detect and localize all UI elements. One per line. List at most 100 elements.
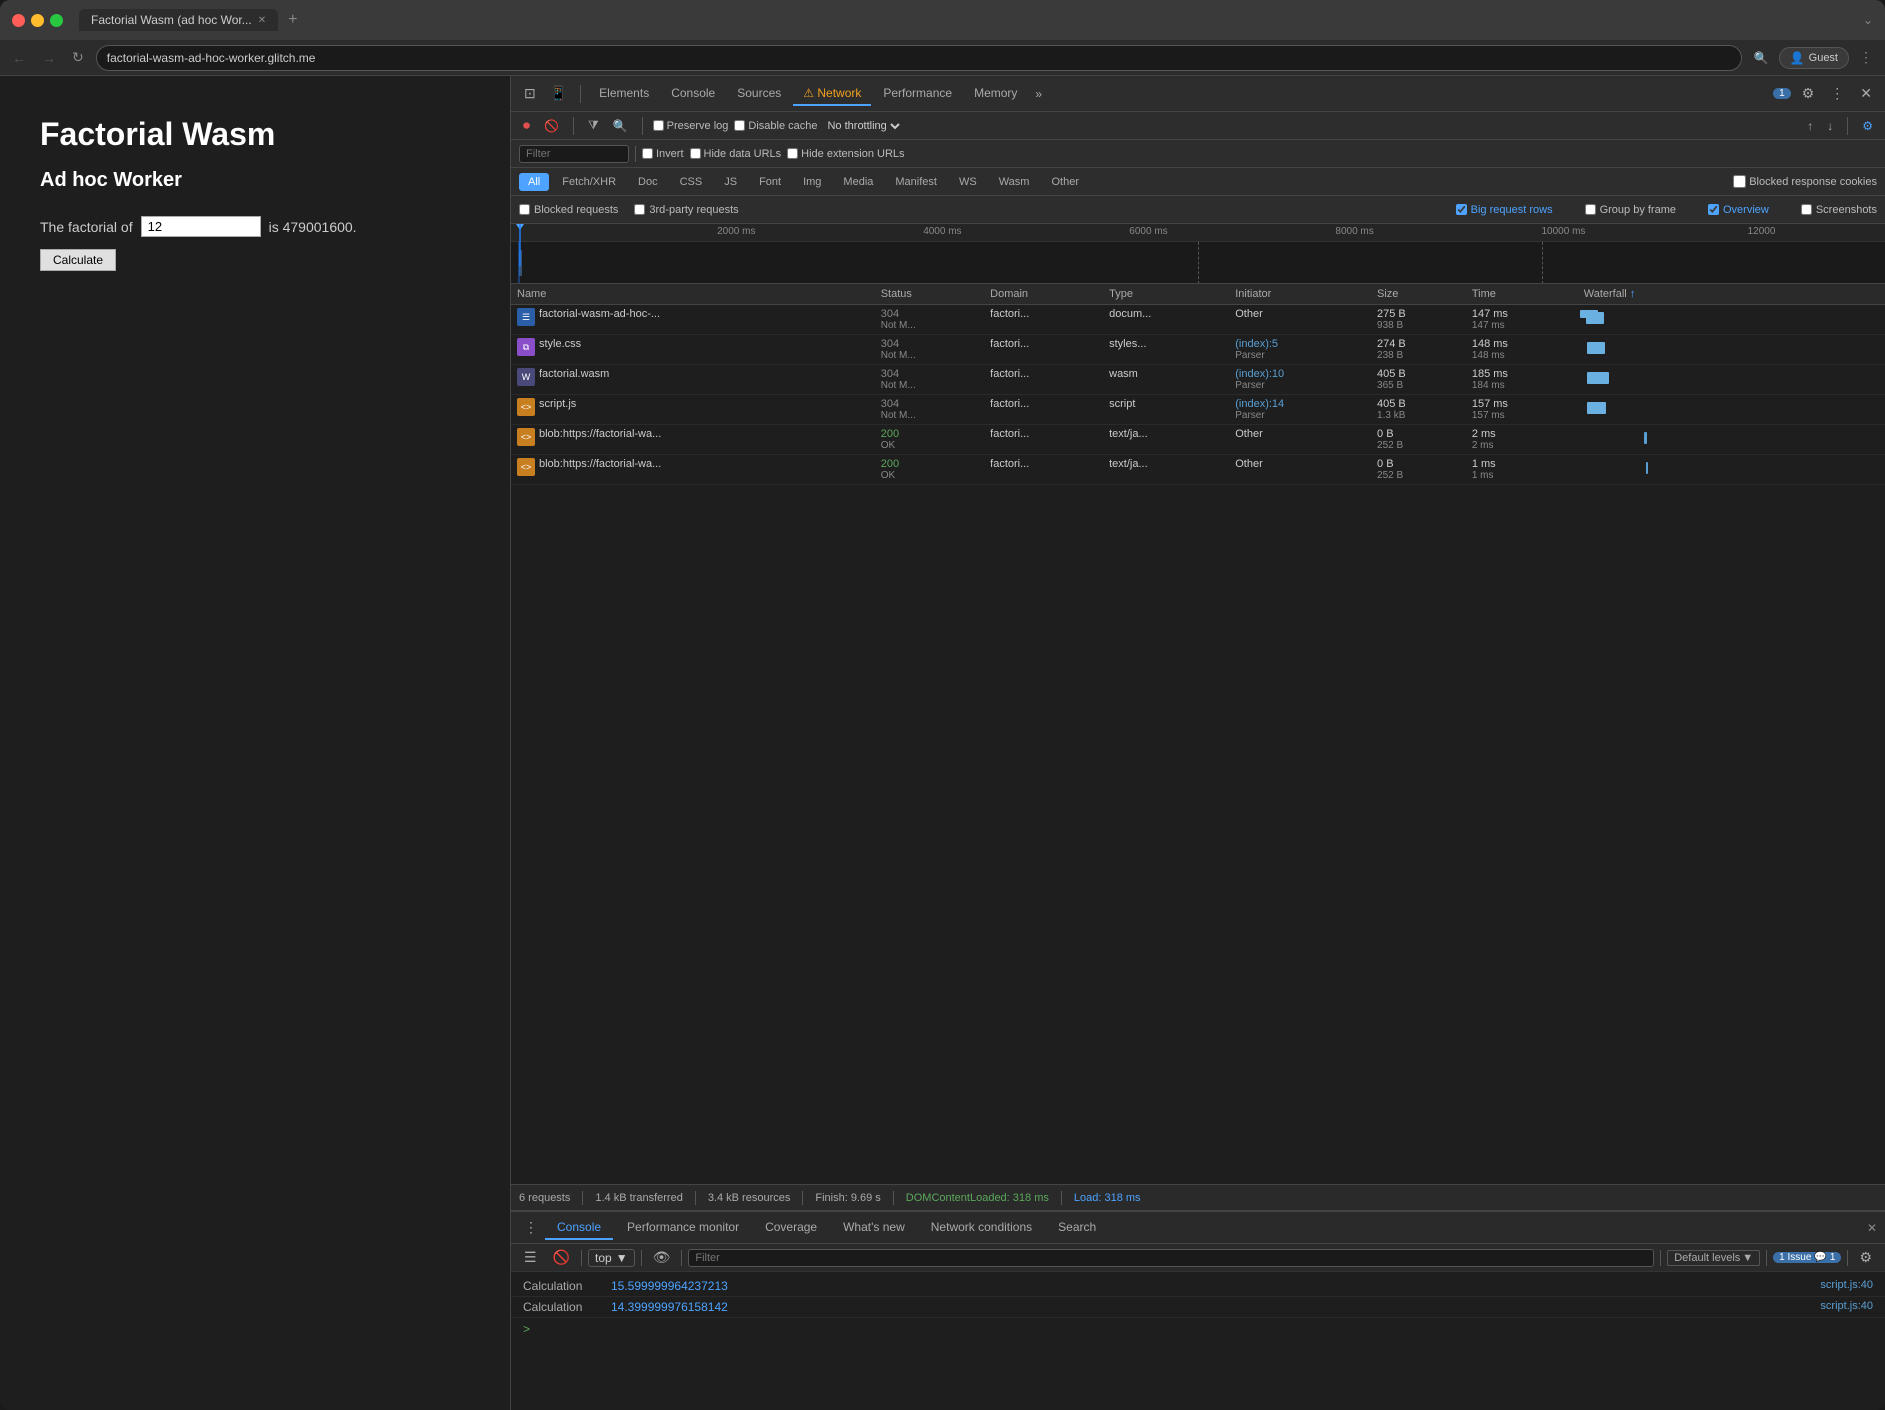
initiator-link[interactable]: (index):10 [1235, 368, 1365, 380]
disable-cache-checkbox[interactable] [734, 120, 745, 131]
tab-performance[interactable]: Performance [873, 82, 962, 106]
console-sidebar-button[interactable]: ☰ [519, 1247, 542, 1268]
clear-button[interactable]: 🚫 [540, 118, 563, 134]
name-cell[interactable]: <> script.js [511, 395, 875, 425]
more-button[interactable]: ⋮ [1855, 47, 1877, 68]
throttle-select[interactable]: No throttling [823, 119, 903, 133]
console-close-button[interactable]: ✕ [1867, 1221, 1877, 1235]
name-cell[interactable]: W factorial.wasm [511, 365, 875, 395]
tab-sources[interactable]: Sources [727, 82, 791, 106]
blocked-requests-checkbox[interactable] [519, 204, 530, 215]
type-img-button[interactable]: Img [794, 173, 830, 191]
tab-console[interactable]: Console [661, 82, 725, 106]
type-manifest-button[interactable]: Manifest [886, 173, 946, 191]
disable-cache-label[interactable]: Disable cache [734, 120, 817, 132]
table-row[interactable]: ☰ factorial-wasm-ad-hoc-... 304 Not M... [511, 305, 1885, 335]
name-cell[interactable]: <> blob:https://factorial-wa... [511, 425, 875, 455]
col-type[interactable]: Type [1103, 284, 1229, 305]
factorial-input[interactable] [141, 216, 261, 237]
third-party-option[interactable]: 3rd-party requests [634, 204, 738, 216]
search-button[interactable]: 🔍 [609, 118, 632, 134]
overview-checkbox[interactable] [1708, 204, 1719, 215]
initiator-link[interactable]: (index):14 [1235, 398, 1365, 410]
settings-button[interactable]: ⚙ [1797, 83, 1820, 104]
maximize-traffic-light[interactable] [50, 14, 63, 27]
console-tab-console[interactable]: Console [545, 1216, 613, 1240]
invert-checkbox[interactable] [642, 148, 653, 159]
console-menu-button[interactable]: ⋮ [519, 1217, 543, 1238]
console-filter-input[interactable] [688, 1249, 1654, 1267]
console-clear-button[interactable]: 🚫 [548, 1247, 575, 1268]
tab-network[interactable]: ⚠ Network [793, 82, 871, 106]
preserve-log-label[interactable]: Preserve log [653, 120, 729, 132]
blocked-cookies-label[interactable]: Blocked response cookies [1733, 175, 1877, 188]
type-fetch-xhr-button[interactable]: Fetch/XHR [553, 173, 625, 191]
group-by-frame-option[interactable]: Group by frame [1585, 204, 1676, 216]
filter-input[interactable] [519, 145, 629, 163]
invert-label[interactable]: Invert [642, 148, 684, 160]
console-tab-network-cond[interactable]: Network conditions [919, 1216, 1044, 1240]
zoom-button[interactable]: 🔍 [1750, 49, 1773, 67]
calculate-button[interactable]: Calculate [40, 249, 116, 271]
type-wasm-button[interactable]: Wasm [990, 173, 1039, 191]
tab-expand-button[interactable]: ⌄ [1863, 13, 1873, 27]
col-name[interactable]: Name [511, 284, 875, 305]
new-tab-button[interactable]: + [282, 9, 303, 31]
type-font-button[interactable]: Font [750, 173, 790, 191]
back-button[interactable]: ← [8, 48, 30, 68]
console-link-2[interactable]: script.js:40 [1820, 1300, 1873, 1312]
type-css-button[interactable]: CSS [671, 173, 712, 191]
col-size[interactable]: Size [1371, 284, 1466, 305]
forward-button[interactable]: → [38, 48, 60, 68]
filter-button[interactable]: ⧩ [584, 117, 603, 134]
big-rows-option[interactable]: Big request rows [1456, 204, 1553, 216]
hide-data-urls-label[interactable]: Hide data URLs [690, 148, 782, 160]
table-row[interactable]: W factorial.wasm 304 Not M... fact [511, 365, 1885, 395]
big-rows-checkbox[interactable] [1456, 204, 1467, 215]
console-content[interactable]: Calculation 15.599999964237213 script.js… [511, 1272, 1885, 1410]
initiator-link[interactable]: (index):5 [1235, 338, 1365, 350]
console-link-1[interactable]: script.js:40 [1820, 1279, 1873, 1291]
screenshots-checkbox[interactable] [1801, 204, 1812, 215]
more-options-button[interactable]: ⋮ [1825, 83, 1849, 104]
console-prompt[interactable]: > [511, 1318, 1885, 1340]
type-js-button[interactable]: JS [715, 173, 746, 191]
console-tab-coverage[interactable]: Coverage [753, 1216, 829, 1240]
network-table-wrapper[interactable]: Name Status Domain Type Initiator Size T… [511, 284, 1885, 1184]
reload-button[interactable]: ↻ [68, 47, 88, 68]
table-row[interactable]: <> script.js 304 Not M... factori. [511, 395, 1885, 425]
tab-elements[interactable]: Elements [589, 82, 659, 106]
console-tab-search[interactable]: Search [1046, 1216, 1108, 1240]
console-settings-button[interactable]: ⚙ [1854, 1247, 1877, 1268]
table-row[interactable]: <> blob:https://factorial-wa... 200 OK [511, 425, 1885, 455]
overview-option[interactable]: Overview [1708, 204, 1769, 216]
hide-data-urls-checkbox[interactable] [690, 148, 701, 159]
name-cell[interactable]: ☰ factorial-wasm-ad-hoc-... [511, 305, 875, 335]
issues-count-badge[interactable]: 1 Issue 💬 1 [1773, 1252, 1841, 1263]
device-toolbar-button[interactable]: 📱 [545, 83, 572, 104]
hide-extension-urls-checkbox[interactable] [787, 148, 798, 159]
more-tabs-button[interactable]: » [1029, 85, 1048, 103]
third-party-checkbox[interactable] [634, 204, 645, 215]
console-tab-whats-new[interactable]: What's new [831, 1216, 917, 1240]
tab-memory[interactable]: Memory [964, 82, 1027, 106]
table-row[interactable]: ⧉ style.css 304 Not M... factori.. [511, 335, 1885, 365]
col-waterfall[interactable]: Waterfall [1578, 284, 1885, 305]
address-bar[interactable]: factorial-wasm-ad-hoc-worker.glitch.me [96, 45, 1742, 71]
issues-badge[interactable]: 1 [1773, 88, 1791, 99]
type-ws-button[interactable]: WS [950, 173, 986, 191]
type-media-button[interactable]: Media [834, 173, 882, 191]
col-initiator[interactable]: Initiator [1229, 284, 1371, 305]
blocked-requests-option[interactable]: Blocked requests [519, 204, 618, 216]
console-tab-perf[interactable]: Performance monitor [615, 1216, 751, 1240]
blocked-cookies-checkbox[interactable] [1733, 175, 1746, 188]
guest-button[interactable]: 👤 Guest [1779, 47, 1849, 69]
record-button[interactable]: ⏺ [519, 116, 534, 135]
screenshots-option[interactable]: Screenshots [1801, 204, 1877, 216]
col-time[interactable]: Time [1466, 284, 1578, 305]
name-cell[interactable]: <> blob:https://factorial-wa... [511, 455, 875, 485]
group-by-frame-checkbox[interactable] [1585, 204, 1596, 215]
type-other-button[interactable]: Other [1042, 173, 1088, 191]
eye-button[interactable]: 👁 [648, 1247, 676, 1268]
minimize-traffic-light[interactable] [31, 14, 44, 27]
